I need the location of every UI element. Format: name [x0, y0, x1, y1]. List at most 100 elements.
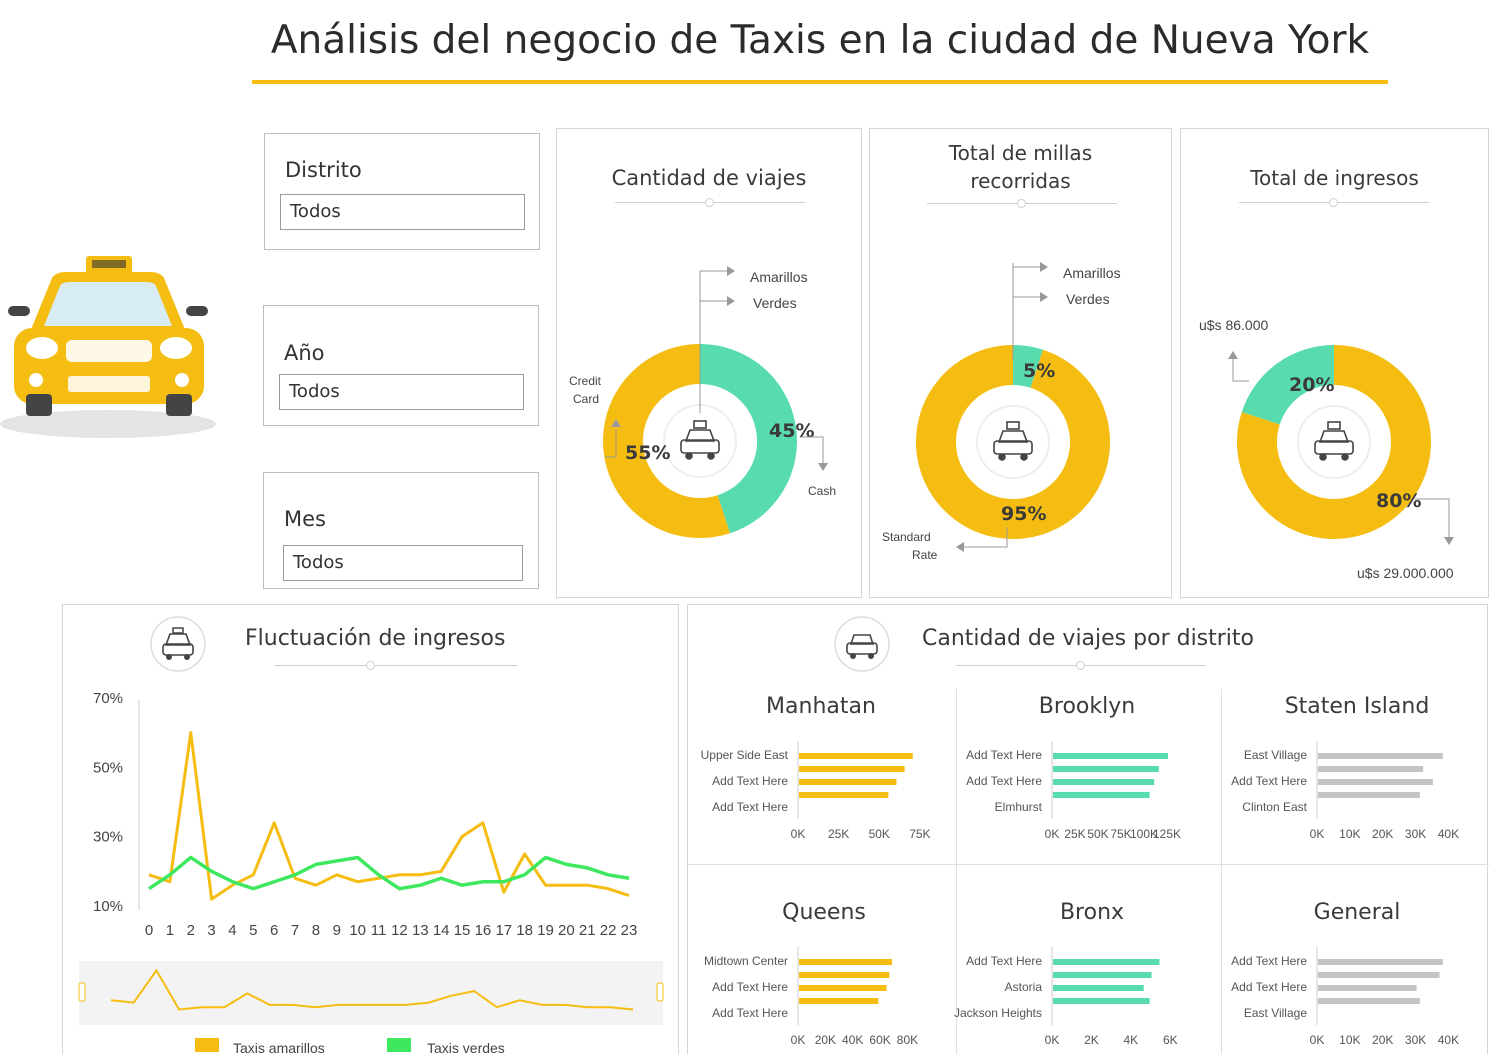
x-tick-label: 4 — [228, 922, 236, 939]
x-tick-label: 13 — [412, 922, 429, 939]
x-tick-label: 11 — [371, 922, 387, 939]
credit-card-label-2: Card — [573, 392, 599, 406]
district-title: Queens — [782, 900, 866, 925]
x-tick-label: 6 — [270, 922, 278, 939]
filter-label: Mes — [284, 507, 326, 531]
y-tick-label: 50% — [93, 759, 123, 776]
bar-tick-label: 25K — [1064, 827, 1085, 841]
x-tick-label: 5 — [249, 922, 257, 939]
x-tick-label: 1 — [166, 922, 174, 939]
bar-tick-label: 75K — [909, 827, 930, 841]
taxi-wheel — [707, 452, 715, 460]
bar — [799, 985, 887, 991]
bar-tick-label: 0K — [1310, 1033, 1325, 1047]
bar-tick-label: 0K — [1310, 827, 1325, 841]
district-title: General — [1314, 900, 1401, 925]
legend-verdes: Verdes — [753, 295, 797, 311]
bar — [799, 766, 905, 772]
card-total-millas: Total de millas recorridas 95% 5% Amarill… — [869, 128, 1172, 598]
x-tick-label: 12 — [391, 922, 408, 939]
bar — [1318, 792, 1420, 798]
panel-fluctuacion-ingresos: Fluctuación de ingresos 70% 50% 30% 10% 0 1 2 3… — [62, 604, 679, 1054]
pct-amarillos: 95% — [1001, 503, 1046, 525]
bar-tick-label: 0K — [1045, 1033, 1060, 1047]
x-tick-label: 10 — [349, 922, 366, 939]
district-title: Staten Island — [1285, 694, 1430, 719]
x-tick-label: 23 — [621, 922, 638, 939]
card-total-ingresos: Total de ingresos 80% 20% u$s 86.000 u$s … — [1180, 128, 1489, 598]
filter-label: Año — [284, 341, 325, 365]
bar-tick-label: 20K — [1372, 827, 1393, 841]
bar-category-label: Astoria — [1005, 980, 1043, 994]
x-tick-label: 16 — [475, 922, 492, 939]
bar — [1318, 779, 1433, 785]
bar-chart-bronx: Bronx Add Text Here Astoria Jackson Heights… — [954, 900, 1178, 1047]
district-bar-charts: Manhatan Upper Side East Add Text Here Add … — [701, 694, 1459, 1047]
district-title: Brooklyn — [1039, 694, 1135, 719]
bar-category-label: East Village — [1244, 1006, 1307, 1020]
donut-ingresos: 80% 20% u$s 86.000 u$s 29.000.000 — [1199, 317, 1454, 581]
range-navigator — [79, 961, 663, 1025]
title-underline — [252, 80, 1388, 84]
bar — [1053, 972, 1152, 978]
bar-category-label: East Village — [1244, 748, 1307, 762]
bar — [1053, 985, 1144, 991]
district-title: Manhatan — [766, 694, 876, 719]
filter-label: Distrito — [285, 158, 362, 182]
bar — [1053, 766, 1159, 772]
bar-category-label: Add Text Here — [1231, 954, 1307, 968]
bar-category-label: Add Text Here — [712, 1006, 788, 1020]
bar-chart-manhatan: Manhatan Upper Side East Add Text Here Add … — [701, 694, 931, 841]
pct-amarillos: 55% — [625, 442, 670, 464]
taxi-wheel — [1020, 453, 1028, 461]
bar — [1318, 972, 1440, 978]
bar-tick-label: 4K — [1124, 1033, 1139, 1047]
legend-amarillos: Amarillos — [750, 269, 808, 285]
bar — [1053, 792, 1150, 798]
bar-tick-label: 40K — [1438, 1033, 1459, 1047]
y-tick-label: 30% — [93, 829, 123, 846]
legend-swatch-amarillos — [195, 1038, 219, 1052]
legend-amarillos: Amarillos — [1063, 265, 1121, 281]
bar-category-label: Elmhurst — [995, 800, 1043, 814]
bar-category-label: Add Text Here — [966, 954, 1042, 968]
anio-select[interactable]: Todos — [279, 374, 524, 410]
x-tick-label: 9 — [333, 922, 341, 939]
bar-category-label: Clinton East — [1242, 800, 1307, 814]
bar-chart-staten-island: Staten Island East Village Add Text Here Cl… — [1231, 694, 1459, 841]
taxi-illustration — [0, 256, 216, 438]
bar — [1318, 985, 1417, 991]
taxi-wheel — [1319, 453, 1327, 461]
donut-millas: 95% 5% Amarillos Verdes Standard Rate — [882, 262, 1121, 562]
taxi-wheel — [1341, 453, 1349, 461]
taxi-wheel — [685, 452, 693, 460]
bar-category-label: Jackson Heights — [954, 1006, 1042, 1020]
standard-label-2: Rate — [912, 548, 938, 562]
bar — [799, 792, 889, 798]
cash-label: Cash — [808, 484, 836, 498]
bar-tick-label: 30K — [1405, 827, 1426, 841]
card-cantidad-viajes: Cantidad de viajes 55% 45% Amarillos Verd… — [556, 128, 862, 598]
bar — [799, 753, 913, 759]
bar — [1053, 779, 1155, 785]
standard-label-1: Standard — [882, 530, 931, 544]
bar — [1053, 959, 1160, 965]
bar-tick-label: 40K — [1438, 827, 1459, 841]
bar-category-label: Add Text Here — [1231, 980, 1307, 994]
pct-amarillos: 80% — [1376, 490, 1421, 512]
bar-tick-label: 6K — [1163, 1033, 1178, 1047]
bar — [1053, 753, 1168, 759]
x-tick-label: 14 — [433, 922, 450, 939]
y-tick-label: 10% — [93, 898, 123, 915]
district-title: Bronx — [1060, 900, 1124, 925]
bar-tick-label: 20K — [815, 1033, 836, 1047]
x-tick-label: 21 — [579, 922, 596, 939]
bar-tick-label: 0K — [1045, 827, 1060, 841]
legend-verdes: Verdes — [1066, 291, 1110, 307]
bar-tick-label: 40K — [842, 1033, 863, 1047]
distrito-select[interactable]: Todos — [280, 194, 525, 230]
x-tick-label: 2 — [187, 922, 195, 939]
mes-select[interactable]: Todos — [283, 545, 523, 581]
bar — [799, 972, 890, 978]
bar-chart-general: General Add Text Here Add Text Here East Vi… — [1231, 900, 1459, 1047]
